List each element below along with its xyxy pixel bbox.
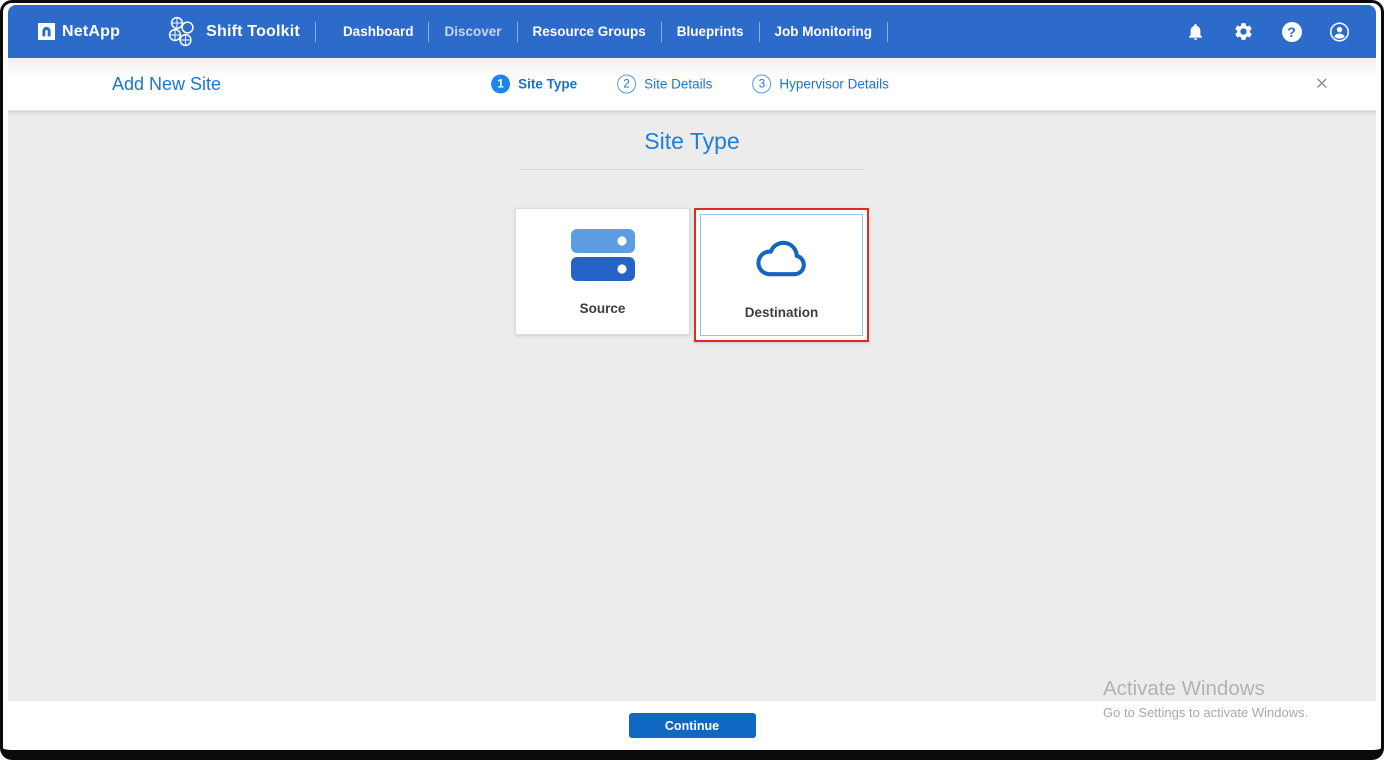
nav-item-dashboard[interactable]: Dashboard: [343, 24, 414, 39]
top-navbar: NetApp Shift Toolkit Dashboard Discover: [8, 5, 1376, 58]
gear-icon[interactable]: [1233, 21, 1254, 42]
source-card-label: Source: [579, 301, 626, 316]
netapp-logo-icon: [38, 23, 55, 40]
step-label: Site Type: [518, 76, 578, 92]
step-hypervisor-details[interactable]: 3 Hypervisor Details: [752, 74, 889, 94]
page-title: Add New Site: [112, 73, 222, 94]
account-icon[interactable]: [1329, 21, 1350, 42]
nav-item-job-monitoring[interactable]: Job Monitoring: [775, 24, 872, 39]
shift-toolkit-brand[interactable]: Shift Toolkit: [166, 14, 300, 50]
step-number: 2: [617, 74, 637, 94]
site-type-cards: Source Destination: [515, 208, 869, 342]
nav-separator: [758, 21, 760, 42]
step-number: 1: [491, 74, 511, 94]
nav-separator: [660, 21, 662, 42]
nav-item-resource-groups[interactable]: Resource Groups: [533, 24, 646, 39]
nav-items: Dashboard Discover Resource Groups Bluep…: [343, 21, 903, 42]
close-icon[interactable]: ×: [1315, 75, 1329, 93]
step-site-type[interactable]: 1 Site Type: [491, 74, 578, 94]
destination-card-label: Destination: [744, 304, 819, 320]
destination-card[interactable]: Destination: [694, 208, 869, 342]
step-label: Site Details: [644, 76, 713, 92]
nav-separator: [516, 21, 518, 42]
app-window: NetApp Shift Toolkit Dashboard Discover: [0, 0, 1384, 760]
server-icon: [570, 227, 635, 285]
bell-icon[interactable]: [1185, 21, 1206, 42]
netapp-brand[interactable]: NetApp: [38, 23, 120, 41]
wizard-header: Add New Site 1 Site Type 2 Site Details …: [8, 58, 1376, 111]
nav-item-blueprints[interactable]: Blueprints: [677, 24, 744, 39]
main-content: Site Type Source Destination: [8, 111, 1376, 701]
product-name: Shift Toolkit: [206, 22, 300, 40]
nav-separator: [428, 21, 430, 42]
help-glyph: ?: [1281, 21, 1302, 42]
nav-separator: [314, 21, 316, 42]
cloud-icon: [751, 231, 813, 289]
wizard-steps: 1 Site Type 2 Site Details 3 Hypervisor …: [491, 74, 889, 94]
step-number: 3: [752, 74, 772, 94]
section-heading: Site Type: [644, 128, 740, 154]
footer-bar: Continue: [8, 701, 1376, 750]
brand-name: NetApp: [62, 22, 121, 40]
destination-card-inner: Destination: [700, 214, 863, 336]
help-icon[interactable]: ?: [1281, 21, 1302, 42]
continue-button[interactable]: Continue: [628, 713, 756, 738]
step-label: Hypervisor Details: [779, 76, 889, 92]
heading-divider: [519, 169, 865, 170]
nav-item-discover[interactable]: Discover: [444, 24, 501, 39]
source-card[interactable]: Source: [515, 208, 690, 335]
step-site-details[interactable]: 2 Site Details: [617, 74, 713, 94]
nav-separator: [887, 21, 889, 42]
navbar-actions: ?: [1185, 21, 1350, 42]
shift-toolkit-logo-icon: [168, 16, 194, 46]
